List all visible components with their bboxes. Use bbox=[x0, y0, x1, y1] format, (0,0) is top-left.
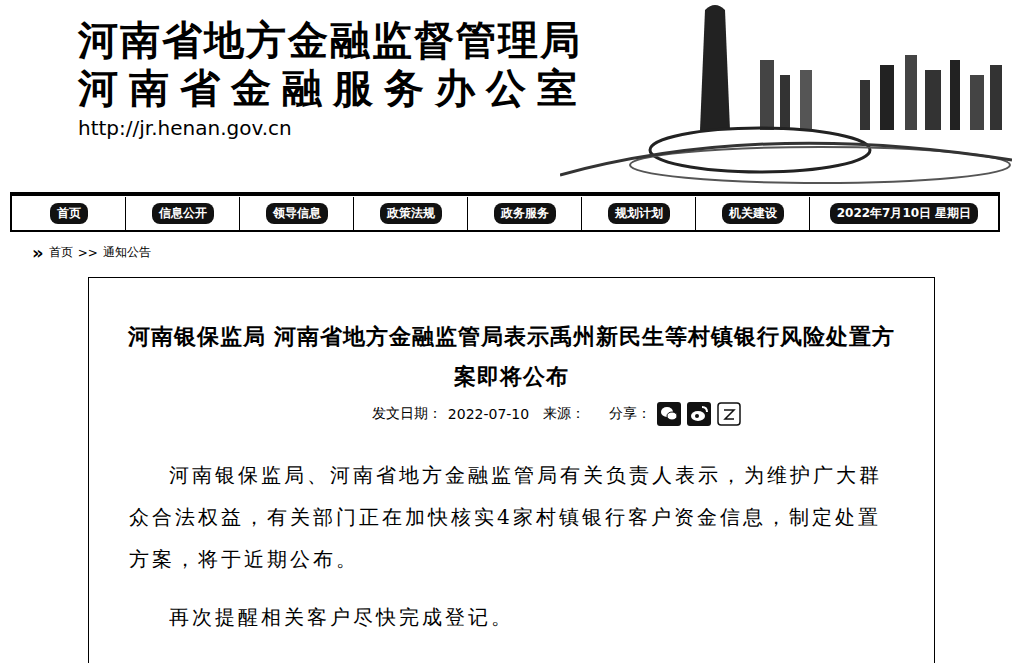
article-box: 河南银保监局 河南省地方金融监管局表示禹州新民生等村镇银行风险处置方案即将公布 … bbox=[88, 277, 935, 663]
nav-item[interactable]: 首页 bbox=[50, 203, 88, 224]
date-label: 发文日期： bbox=[372, 405, 442, 423]
breadcrumb: » 首页 >> 通知公告 bbox=[0, 232, 1012, 261]
nav-item[interactable]: 信息公开 bbox=[152, 203, 214, 224]
article-title: 河南银保监局 河南省地方金融监管局表示禹州新民生等村镇银行风险处置方案即将公布 bbox=[124, 316, 899, 396]
source-label: 来源： bbox=[543, 405, 585, 423]
nav-date-cell: 2022年7月10日 星期日 bbox=[810, 197, 998, 230]
breadcrumb-item[interactable]: 首页 bbox=[49, 244, 73, 261]
nav-item[interactable]: 政策法规 bbox=[380, 203, 442, 224]
nav-item[interactable]: 领导信息 bbox=[266, 203, 328, 224]
article-meta: 发文日期： 2022-07-10 来源： 分享： bbox=[89, 402, 934, 426]
nav-cell: 规划计划 bbox=[582, 197, 696, 230]
skyline-banner-icon bbox=[560, 0, 1012, 185]
nav-cell: 领导信息 bbox=[240, 197, 354, 230]
page: 河南省地方金融监督管理局 河南省金融服务办公室 http://jr.henan.… bbox=[0, 0, 1012, 663]
site-title: 河南省地方金融监督管理局 bbox=[78, 16, 1012, 64]
nav-item[interactable]: 政务服务 bbox=[494, 203, 556, 224]
nav-cell: 首页 bbox=[12, 197, 126, 230]
nav-cell: 信息公开 bbox=[126, 197, 240, 230]
article-paragraph: 再次提醒相关客户尽快完成登记。 bbox=[129, 596, 889, 638]
nav-cell: 机关建设 bbox=[696, 197, 810, 230]
article-paragraph: 河南银保监局、河南省地方金融监管局有关负责人表示，为维护广大群众合法权益，有关部… bbox=[129, 454, 889, 580]
wechat-icon[interactable] bbox=[657, 402, 681, 426]
nav-date: 2022年7月10日 星期日 bbox=[830, 203, 979, 224]
nav-bar: 首页 信息公开 领导信息 政策法规 政务服务 规划计划 机关建设 2022年7月10日 星期… bbox=[10, 192, 1000, 232]
nav-cell: 政策法规 bbox=[354, 197, 468, 230]
breadcrumb-separator: >> bbox=[78, 246, 98, 260]
breadcrumb-item[interactable]: 通知公告 bbox=[103, 244, 151, 261]
qzone-icon[interactable] bbox=[717, 402, 741, 426]
breadcrumb-arrow-icon: » bbox=[32, 246, 44, 260]
article-body: 河南银保监局、河南省地方金融监管局有关负责人表示，为维护广大群众合法权益，有关部… bbox=[129, 454, 889, 638]
nav-item[interactable]: 规划计划 bbox=[608, 203, 670, 224]
nav-item[interactable]: 机关建设 bbox=[722, 203, 784, 224]
share-label: 分享： bbox=[609, 405, 651, 423]
publish-date: 2022-07-10 bbox=[448, 406, 529, 422]
site-url[interactable]: http://jr.henan.gov.cn bbox=[78, 114, 1012, 142]
site-header: 河南省地方金融监督管理局 河南省金融服务办公室 http://jr.henan.… bbox=[0, 0, 1012, 188]
site-subtitle: 河南省金融服务办公室 bbox=[78, 64, 1012, 112]
weibo-icon[interactable] bbox=[687, 402, 711, 426]
nav-cell: 政务服务 bbox=[468, 197, 582, 230]
